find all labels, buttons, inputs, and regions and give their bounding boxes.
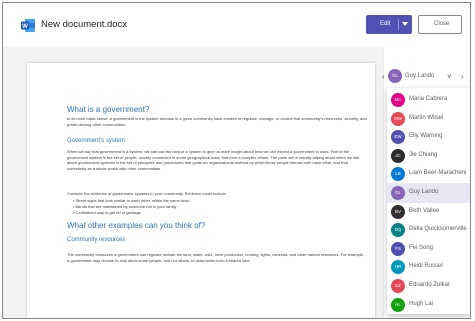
person-option[interactable]: EZ Eduardo Zulkar — [387, 276, 470, 296]
chevron-right-icon[interactable]: › — [461, 72, 464, 81]
person-option-name: Beth Vallee — [409, 207, 440, 214]
close-button[interactable]: Close — [418, 15, 462, 34]
person-option-name: Heidi Russel — [409, 263, 443, 270]
paragraph-3: Consider the evidence of government syst… — [67, 191, 227, 196]
people-dropdown[interactable]: MC Maria Cabrera MW Martin Wilsel EW Elly War… — [387, 88, 470, 315]
edit-button-divider — [398, 19, 399, 30]
chevron-down-icon[interactable]: ˅ — [447, 72, 452, 81]
person-option-name: Fei Song — [409, 244, 434, 251]
person-option[interactable]: DQ Della Quicksomerville — [387, 220, 470, 240]
svg-text:W: W — [22, 24, 28, 30]
avatar: JC — [391, 148, 405, 163]
person-option-name: Della Quicksomerville — [409, 226, 467, 233]
person-option[interactable]: EW Elly Warning — [387, 127, 470, 147]
person-picker[interactable]: ‹ GL Guy Lando ˅ › — [381, 66, 470, 86]
person-option-name: Maria Cabrera — [409, 96, 448, 102]
person-option[interactable]: MC Maria Cabrera — [387, 90, 470, 110]
avatar: EZ — [391, 279, 405, 293]
person-option-name: Guy Lando — [409, 189, 439, 195]
chevron-down-icon[interactable] — [402, 22, 408, 26]
header-bar: W New document.docx Edit Close — [3, 3, 470, 47]
heading-government-system: Government's system — [67, 138, 125, 144]
chevron-left-icon[interactable]: ‹ — [382, 72, 385, 81]
close-button-label: Close — [434, 21, 450, 27]
bullet-item: • Street signs that look similar to each… — [73, 198, 190, 203]
avatar: BV — [391, 204, 405, 219]
heading-other-examples: What other examples can you think of? — [67, 221, 206, 230]
avatar: HL — [391, 297, 405, 312]
avatar: FS — [391, 241, 405, 256]
person-option[interactable]: LB Liam Beer-Maracheni — [387, 164, 470, 184]
person-option[interactable]: MW Martin Wilsel — [387, 109, 470, 129]
bullet-item: • Centralized way to get rid of garbage — [73, 210, 141, 215]
avatar: LB — [391, 167, 405, 182]
document-title: New document.docx — [41, 19, 128, 30]
selected-person-name: Guy Lando — [405, 73, 435, 79]
word-file-icon: W — [21, 19, 35, 32]
person-option[interactable]: FS Fei Song — [387, 239, 470, 259]
avatar: HR — [391, 260, 405, 275]
person-option-name: Liam Beer-Maracheni — [409, 170, 467, 177]
heading-what-is-government: What is a government? — [67, 105, 150, 114]
edit-button[interactable]: Edit — [366, 15, 412, 34]
bullet-item: • Bands that are maintained by someone n… — [73, 204, 177, 209]
person-option[interactable]: JC Jie Chiang — [387, 146, 470, 166]
person-option[interactable]: BV Beth Vallee — [387, 202, 470, 222]
avatar: EW — [391, 130, 405, 145]
document-canvas[interactable]: What is a government? In its most basic … — [3, 47, 383, 318]
person-option-name: Elly Warning — [409, 133, 443, 140]
heading-community-resources: Community resources — [67, 237, 126, 243]
person-option-name: Eduardo Zulkar — [409, 282, 451, 288]
avatar: GL — [388, 69, 402, 83]
paragraph-2: When we say that government is a system,… — [67, 149, 360, 171]
person-option[interactable]: HL Hugh Lai — [387, 295, 470, 315]
paragraph-4: The community resources a government can… — [67, 252, 365, 263]
app-window: W New document.docx Edit Close What is a… — [2, 2, 471, 319]
person-option-name: Jie Chiang — [409, 151, 438, 158]
bullet-text: Bands that are maintained by someone not… — [75, 204, 177, 209]
bullet-text: Centralized way to get rid of garbage — [75, 210, 141, 215]
paragraph-1: In its most basic sense, a government is… — [67, 116, 367, 127]
avatar: GL — [391, 186, 405, 200]
bullet-text: Street signs that look similar to each o… — [75, 198, 190, 203]
edit-button-label: Edit — [380, 21, 391, 27]
document-page[interactable]: What is a government? In its most basic … — [27, 63, 375, 318]
avatar: MC — [391, 93, 405, 107]
person-option-name: Martin Wilsel — [409, 114, 444, 121]
avatar: DQ — [391, 223, 405, 238]
person-option[interactable]: GL Guy Lando — [387, 183, 470, 203]
person-option[interactable]: HR Heidi Russel — [387, 257, 470, 277]
avatar: MW — [391, 111, 405, 126]
person-option-name: Hugh Lai — [409, 300, 434, 307]
